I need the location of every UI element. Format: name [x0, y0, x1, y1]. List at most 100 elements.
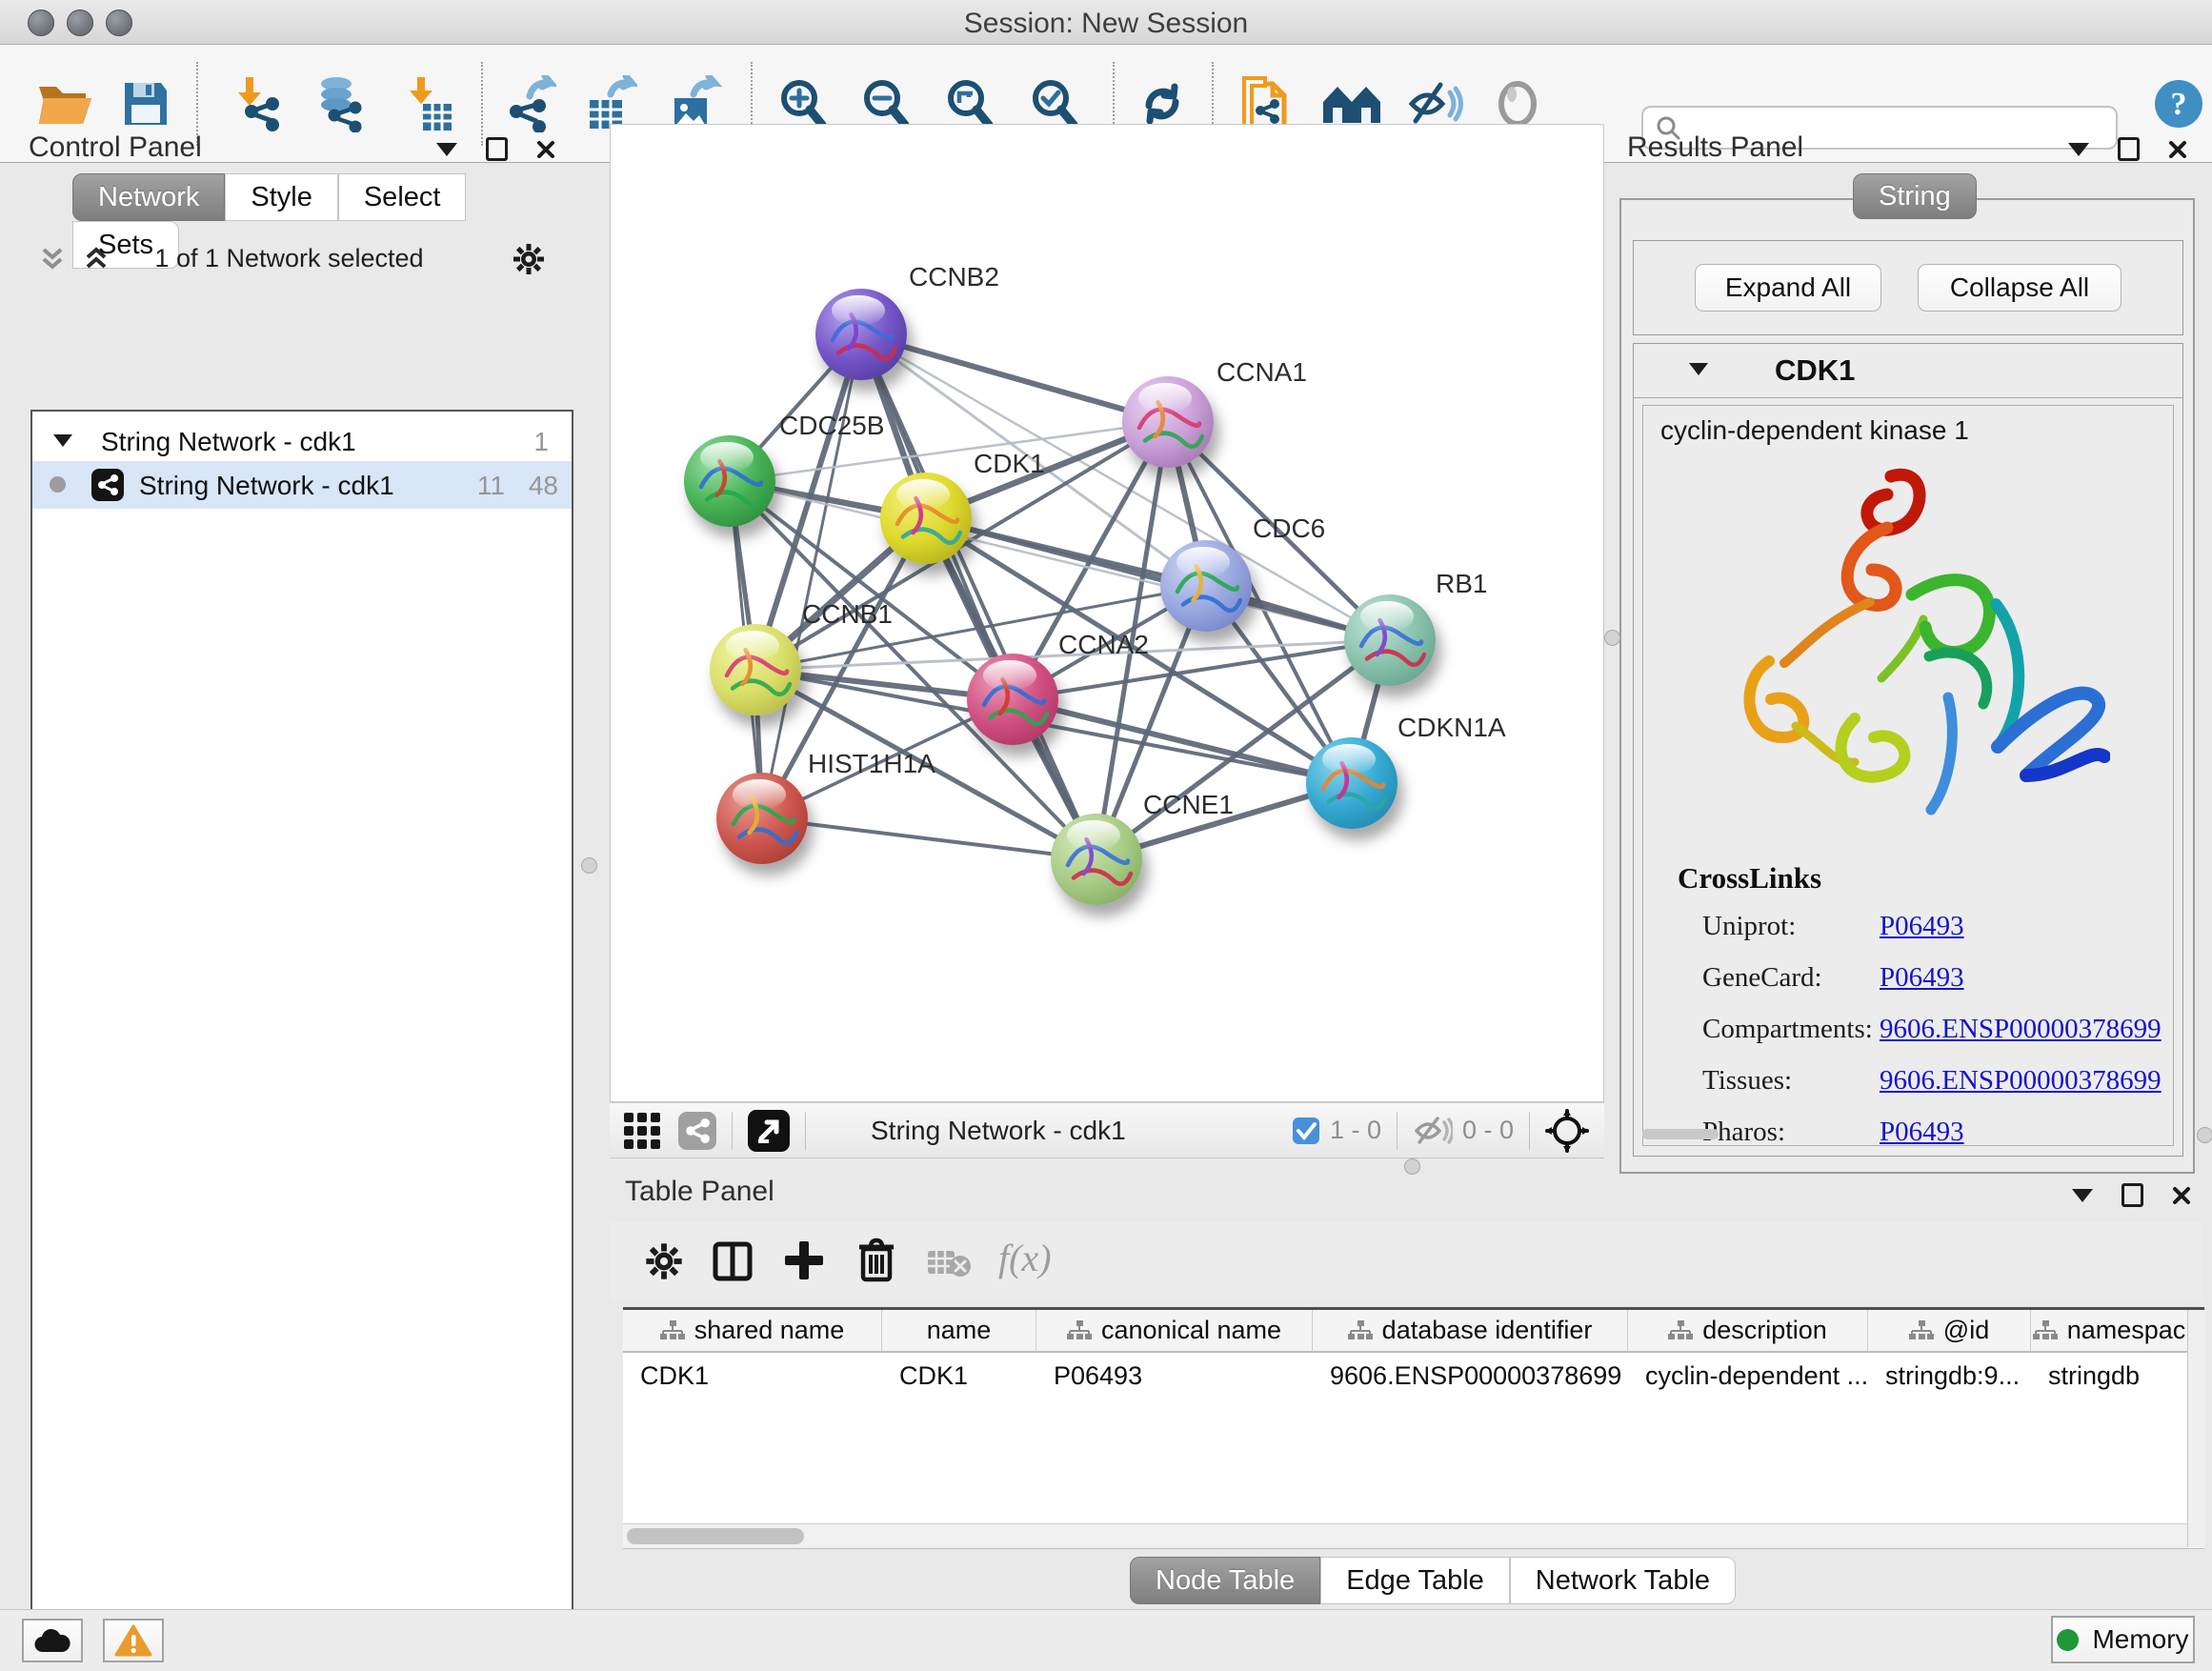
tab-node-table[interactable]: Node Table	[1130, 1557, 1320, 1604]
tab-edge-table[interactable]: Edge Table	[1320, 1557, 1510, 1604]
table-cell-name[interactable]: CDK1	[882, 1355, 1036, 1397]
panel-float-icon[interactable]	[2118, 137, 2140, 161]
graph-node-cdc6[interactable]	[1160, 540, 1252, 632]
tab-style[interactable]: Style	[225, 173, 337, 221]
panel-menu-icon[interactable]	[2072, 1189, 2093, 1202]
grid-view-icon[interactable]	[623, 1112, 661, 1150]
panel-float-icon[interactable]	[2122, 1183, 2143, 1207]
graph-node-cdk1[interactable]	[880, 473, 972, 564]
gene-header-row[interactable]: CDK1	[1634, 344, 2182, 398]
table-cell-description[interactable]: cyclin-dependent ...	[1628, 1355, 1868, 1397]
graph-node-cdc25b[interactable]	[684, 435, 775, 527]
function-builder-icon: f(x)	[998, 1236, 1052, 1280]
crosslink-compartments-link[interactable]: 9606.ENSP00000378699	[1880, 1014, 2162, 1045]
network-view-toolbar: String Network - cdk1 1 - 0 0 - 0	[610, 1102, 1604, 1158]
table-horizontal-scrollbar[interactable]	[623, 1523, 2187, 1548]
bottom-splitter-handle[interactable]	[1404, 1158, 1420, 1175]
tab-network[interactable]: Network	[72, 173, 225, 221]
column-header-description[interactable]: description	[1628, 1310, 1868, 1353]
edge-splitter-handle[interactable]	[2197, 1127, 2212, 1143]
node-label-cdkn1a: CDKN1A	[1398, 713, 1506, 743]
graph-node-ccna1[interactable]	[1122, 376, 1214, 468]
left-splitter-handle[interactable]	[581, 857, 597, 874]
crosslink-tissues-link[interactable]: 9606.ENSP00000378699	[1880, 1065, 2162, 1097]
column-header-canonical-name[interactable]: canonical name	[1036, 1310, 1313, 1353]
table-cell-shared-name[interactable]: CDK1	[623, 1355, 882, 1397]
show-columns-icon[interactable]	[713, 1241, 753, 1281]
gene-expander-icon[interactable]	[1689, 363, 1708, 375]
tab-string[interactable]: String	[1853, 173, 1977, 219]
column-header-name[interactable]: name	[882, 1310, 1036, 1353]
eye-slash-icon	[1406, 79, 1463, 129]
string-view-icon[interactable]	[678, 1112, 716, 1150]
results-hscrollbar-thumb[interactable]	[1642, 1129, 1719, 1139]
zoom-in-icon	[776, 77, 830, 131]
crosslink-genecard-link[interactable]: P06493	[1880, 962, 1964, 994]
sphere-glare	[1176, 547, 1230, 578]
column-header-id[interactable]: @id	[1868, 1310, 2031, 1353]
panel-float-icon[interactable]	[486, 137, 508, 161]
warnings-button[interactable]	[103, 1619, 164, 1662]
collection-expander-icon[interactable]	[53, 434, 72, 447]
crosslink-uniprot-link[interactable]: P06493	[1880, 911, 1964, 942]
delete-table-icon	[926, 1247, 972, 1279]
table-options-gear-icon[interactable]	[644, 1241, 684, 1281]
selected-checkbox-icon[interactable]	[1292, 1117, 1320, 1145]
table-cell-canonical-name[interactable]: P06493	[1036, 1355, 1313, 1397]
network-options-gear-icon[interactable]	[512, 242, 546, 276]
graph-node-ccnb1[interactable]	[710, 624, 801, 715]
collapse-all-button[interactable]: Collapse All	[1918, 264, 2122, 312]
crosslink-pharos-link[interactable]: P06493	[1880, 1117, 1964, 1148]
network-node-count: 11	[477, 471, 505, 501]
window-title: Session: New Session	[0, 8, 2212, 40]
sphere-glare	[1360, 601, 1414, 633]
network-collection-row[interactable]: String Network - cdk1 1	[32, 421, 572, 465]
panel-menu-icon[interactable]	[436, 143, 457, 156]
hidden-eye-icon[interactable]	[1413, 1115, 1453, 1147]
zoom-selected-icon	[1028, 77, 1081, 131]
tab-select[interactable]: Select	[338, 173, 467, 221]
column-header-database-identifier[interactable]: database identifier	[1313, 1310, 1628, 1353]
column-type-icon	[1668, 1320, 1693, 1341]
panel-close-icon[interactable]	[536, 140, 555, 159]
graph-node-cdkn1a[interactable]	[1306, 737, 1398, 829]
title-bar: Session: New Session	[0, 0, 2212, 45]
column-header-shared-name[interactable]: shared name	[623, 1310, 882, 1353]
crosshair-icon[interactable]	[1545, 1109, 1589, 1153]
table-vertical-scrollbar[interactable]	[2187, 1310, 2205, 1547]
graph-node-ccna2[interactable]	[967, 654, 1058, 745]
detach-view-icon[interactable]	[748, 1110, 790, 1152]
table-cell-database-identifier[interactable]: 9606.ENSP00000378699	[1313, 1355, 1628, 1397]
panel-menu-icon[interactable]	[2068, 143, 2089, 156]
delete-column-trash-icon[interactable]	[855, 1238, 897, 1283]
graph-node-ccne1[interactable]	[1051, 814, 1142, 905]
column-type-icon	[660, 1320, 685, 1341]
sphere-glare	[700, 442, 754, 473]
graph-node-hist1h1a[interactable]	[716, 773, 808, 864]
cloud-status-button[interactable]	[22, 1619, 83, 1662]
collection-label: String Network - cdk1	[101, 427, 356, 457]
network-list: String Network - cdk1 1 String Network -…	[30, 410, 573, 1671]
column-header-namespace[interactable]: namespac	[2031, 1310, 2187, 1353]
network-edge-count: 48	[529, 471, 558, 501]
tab-network-table[interactable]: Network Table	[1510, 1557, 1736, 1604]
add-column-icon[interactable]	[783, 1239, 825, 1281]
scrollbar-thumb[interactable]	[627, 1528, 804, 1544]
panel-close-icon[interactable]	[2168, 140, 2187, 159]
column-type-icon	[1348, 1320, 1373, 1341]
right-splitter-handle[interactable]	[1604, 630, 1620, 646]
expand-all-button[interactable]: Expand All	[1695, 264, 1881, 312]
graph-node-ccnb2[interactable]	[815, 289, 907, 380]
sphere-glare	[1138, 383, 1192, 414]
memory-button[interactable]: Memory	[2051, 1616, 2195, 1663]
column-type-icon	[1909, 1320, 1934, 1341]
node-label-rb1: RB1	[1436, 569, 1487, 599]
network-view-title: String Network - cdk1	[871, 1116, 1126, 1146]
network-row-selected[interactable]: String Network - cdk1 11 48	[32, 461, 572, 509]
network-canvas[interactable]: CCNB2 CCNA1 CDC25B CDK1	[610, 124, 1604, 1102]
table-cell-namespace[interactable]: stringdb	[2031, 1355, 2187, 1397]
open-folder-icon	[36, 79, 95, 129]
panel-close-icon[interactable]	[2172, 1186, 2191, 1205]
graph-node-rb1[interactable]	[1344, 594, 1436, 686]
table-cell-id[interactable]: stringdb:9...	[1868, 1355, 2031, 1397]
